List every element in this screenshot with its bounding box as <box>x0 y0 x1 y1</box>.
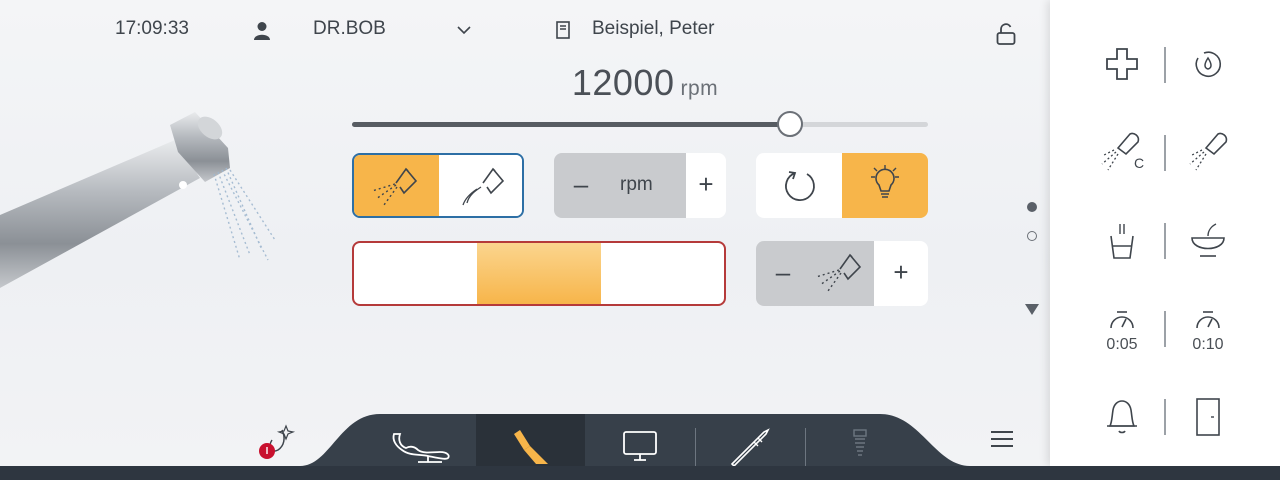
door-icon[interactable] <box>1195 397 1221 437</box>
bottom-bar <box>0 466 1280 480</box>
timer-icon[interactable] <box>1194 310 1222 330</box>
bowl-rinse-icon[interactable] <box>1188 222 1228 258</box>
instrument-tab-icon[interactable] <box>510 428 550 466</box>
main-area: 17:09:33 DR.BOB Beispiel, Peter 12000 rpm <box>0 0 1050 466</box>
bell-icon[interactable] <box>1105 398 1139 436</box>
timer-long-label[interactable]: 0:10 <box>1178 336 1238 354</box>
monitor-icon[interactable] <box>622 430 658 462</box>
rotation-light-group <box>756 153 928 218</box>
scaler-icon[interactable] <box>728 426 770 466</box>
right-separator <box>1164 399 1166 435</box>
speed-slider-fill <box>352 122 790 127</box>
dental-chair-icon[interactable] <box>388 428 452 464</box>
rpm-button-label[interactable]: rpm <box>620 174 653 196</box>
rotation-direction-button[interactable] <box>756 153 842 218</box>
coolant-level-segment <box>477 243 601 304</box>
speed-slider[interactable] <box>352 111 928 137</box>
plus-icon[interactable] <box>1106 48 1138 80</box>
spray-mode-toggle <box>352 153 524 218</box>
water-cycle-icon[interactable] <box>1192 48 1224 80</box>
rpm-stepper: – rpm + <box>554 153 726 218</box>
cup-fill-icon[interactable] <box>1109 222 1135 260</box>
spray-mode-water[interactable] <box>439 155 522 216</box>
handpiece-clean-icon[interactable]: C <box>1100 130 1148 174</box>
speed-readout: 12000 rpm <box>0 62 1050 104</box>
right-panel: C 0:05 0:10 <box>1050 0 1280 466</box>
spray-mode-air-water[interactable] <box>354 155 439 216</box>
spray-water-only-icon <box>462 167 505 206</box>
page-dot[interactable] <box>1027 231 1037 241</box>
clock: 17:09:33 <box>115 18 189 39</box>
chevron-down-icon[interactable] <box>457 25 471 35</box>
spray-stepper: – + <box>756 241 928 306</box>
tab-separator <box>695 428 696 466</box>
user-name[interactable]: DR.BOB <box>313 18 386 40</box>
rpm-plus-button[interactable]: + <box>686 171 726 197</box>
patient-name[interactable]: Beispiel, Peter <box>592 18 715 40</box>
spray-icon <box>815 253 862 292</box>
unlock-icon[interactable] <box>995 22 1017 46</box>
right-separator <box>1164 311 1166 347</box>
page-dot-active[interactable] <box>1027 202 1037 212</box>
speed-slider-knob[interactable] <box>776 111 803 137</box>
spray-minus-button[interactable]: – <box>770 259 796 285</box>
handpiece-illustration <box>0 112 276 288</box>
timer-short-label[interactable]: 0:05 <box>1092 336 1152 354</box>
speed-unit: rpm <box>680 77 719 100</box>
light-bulb-icon <box>871 165 899 198</box>
scroll-down-icon[interactable] <box>1025 304 1039 316</box>
hygiene-alert-icon[interactable] <box>256 422 298 462</box>
handpiece-spray-icon[interactable] <box>1188 130 1228 174</box>
implant-icon[interactable] <box>852 428 868 462</box>
rpm-minus-button[interactable]: – <box>568 171 594 197</box>
patient-file-icon <box>556 21 570 39</box>
right-separator <box>1164 47 1166 83</box>
right-separator <box>1164 135 1166 171</box>
timer-icon[interactable] <box>1108 310 1136 330</box>
menu-icon[interactable] <box>990 430 1014 448</box>
rotate-icon <box>785 171 815 201</box>
user-icon <box>254 22 270 40</box>
right-separator <box>1164 223 1166 259</box>
speed-value: 12000 <box>571 62 675 103</box>
tab-separator <box>805 428 806 466</box>
coolant-level-bar[interactable] <box>352 241 726 306</box>
light-toggle-button[interactable] <box>842 153 928 218</box>
svg-text:C: C <box>1134 155 1144 171</box>
spray-air-water-icon <box>371 167 418 206</box>
spray-plus-button[interactable]: + <box>874 259 928 285</box>
